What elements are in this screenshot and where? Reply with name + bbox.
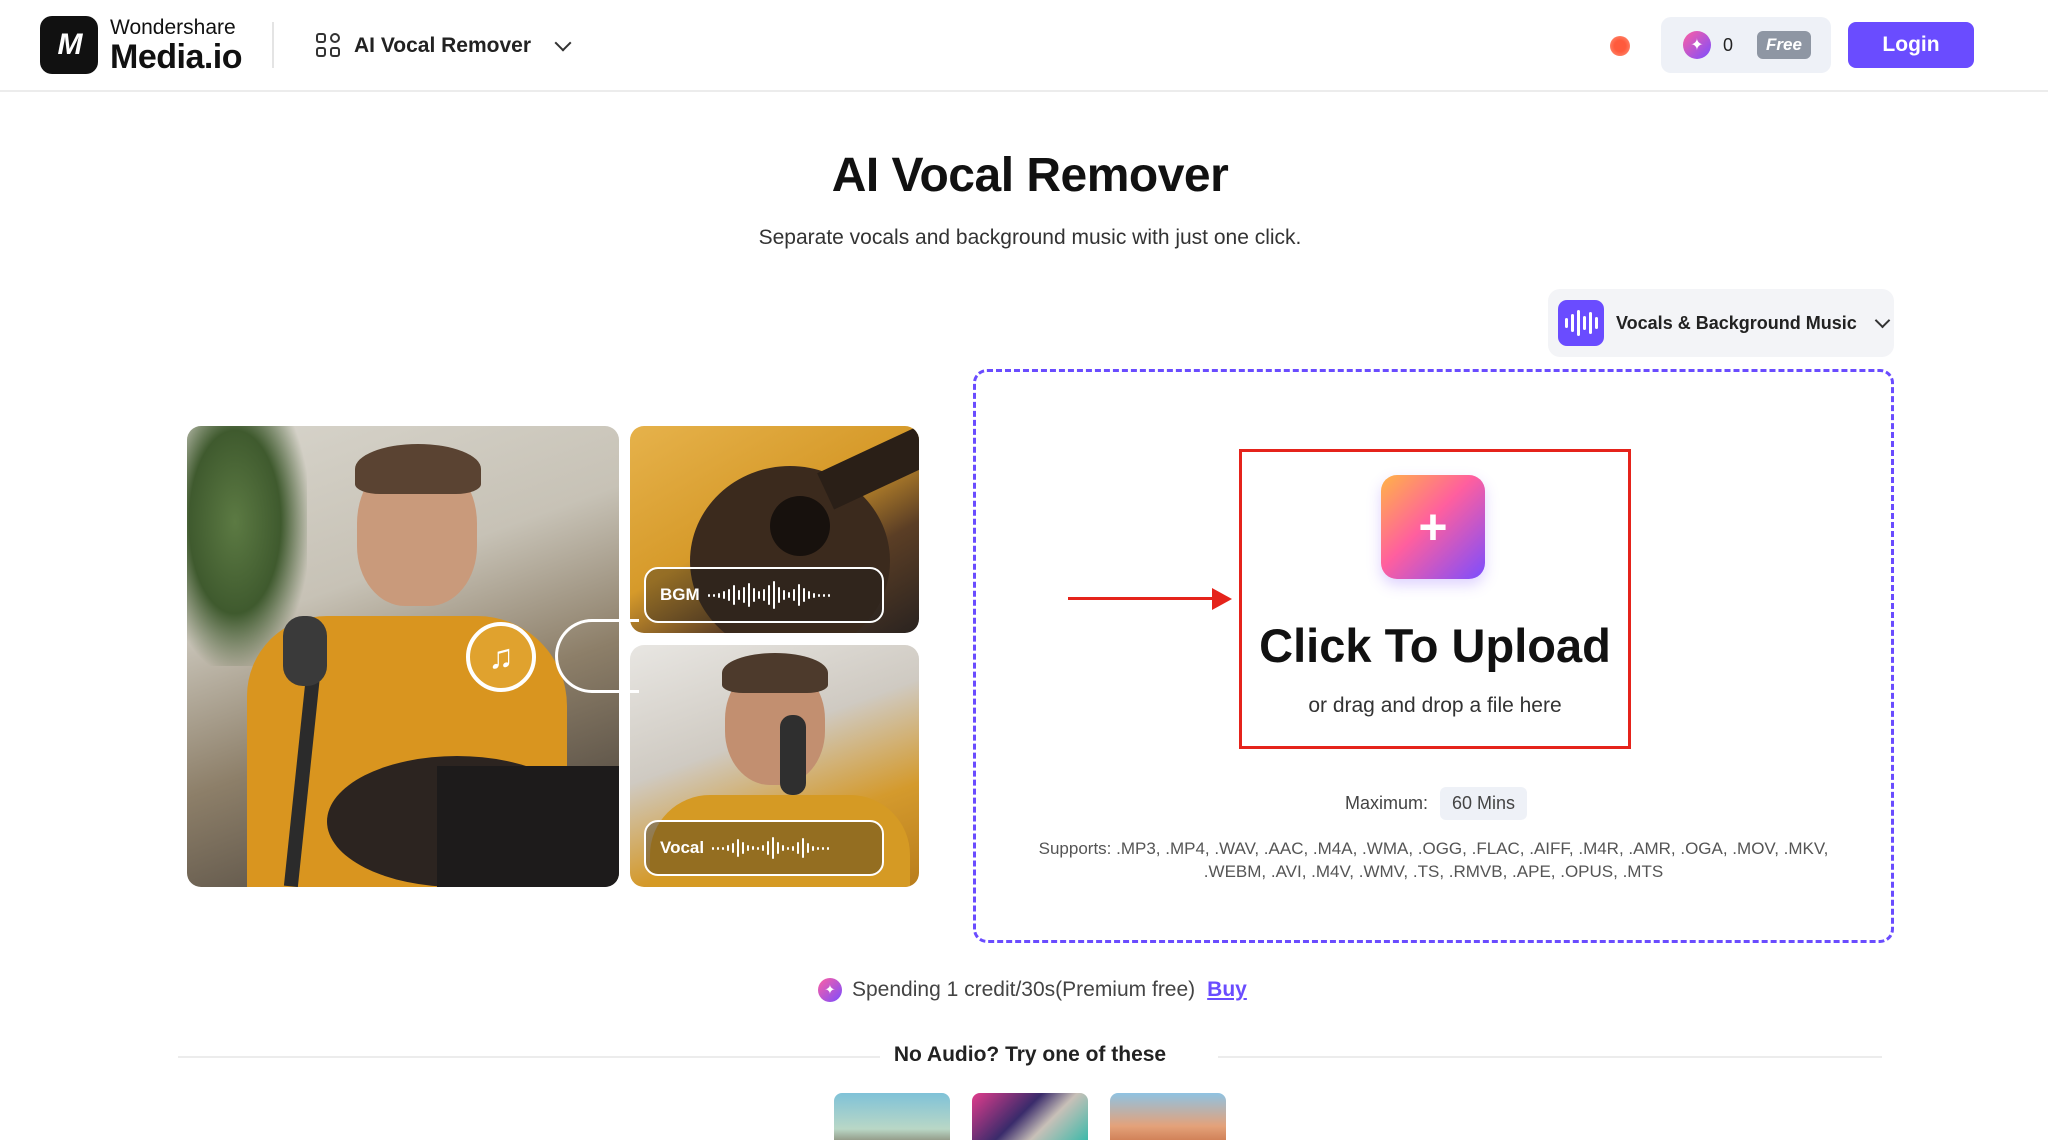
top-nav-bar: M Wondershare Media.io AI Vocal Remover … — [0, 0, 2048, 92]
sparkle-credit-icon: ✦ — [1683, 31, 1711, 59]
supported-formats-line-1: Supports: .MP3, .MP4, .WAV, .AAC, .M4A, … — [1038, 839, 1829, 858]
max-duration-label: Maximum: — [1345, 793, 1429, 813]
buy-credits-link[interactable]: Buy — [1207, 978, 1247, 1002]
supported-formats-line-2: .WEBM, .AVI, .M4V, .WMV, .TS, .RMVB, .AP… — [1203, 862, 1664, 881]
vocal-label: Vocal — [660, 838, 705, 857]
plus-icon[interactable]: + — [1381, 475, 1485, 579]
credit-cost-text: Spending 1 credit/30s(Premium free) — [852, 978, 1196, 1001]
vocal-separation-illustration: ♫ BGM Vocal — [187, 426, 919, 887]
credits-balance[interactable]: ✦ 0 Free — [1661, 17, 1831, 73]
split-connector — [555, 619, 639, 693]
sparkle-credit-icon: ✦ — [818, 978, 842, 1002]
upload-button-label[interactable]: Click To Upload — [1239, 618, 1631, 673]
plan-badge: Free — [1757, 31, 1811, 59]
notification-dot-icon[interactable] — [1610, 36, 1630, 56]
logo-brand: Wondershare — [110, 15, 236, 39]
logo-product: Media.io — [110, 37, 243, 76]
vocal-waveform-tag: Vocal — [644, 820, 884, 876]
vocal-waveform-icon — [712, 833, 830, 863]
chevron-down-icon — [1874, 312, 1891, 329]
tool-switcher-dropdown[interactable]: AI Vocal Remover — [316, 26, 572, 66]
credit-count: 0 — [1723, 34, 1734, 55]
credit-cost-row: ✦ Spending 1 credit/30s(Premium free) Bu… — [818, 978, 1247, 1002]
waveform-icon — [1558, 300, 1604, 346]
pointer-arrow-head-icon — [1212, 588, 1232, 610]
supported-formats: Supports: .MP3, .MP4, .WAV, .AAC, .M4A, … — [1030, 837, 1837, 883]
apps-grid-icon — [316, 33, 342, 59]
chevron-down-icon — [554, 34, 572, 52]
tool-switcher-label: AI Vocal Remover — [354, 34, 532, 57]
login-button[interactable]: Login — [1848, 22, 1974, 68]
page-title: AI Vocal Remover — [831, 149, 1229, 202]
samples-heading: No Audio? Try one of these — [893, 1043, 1167, 1066]
media-io-logo[interactable]: M Wondershare Media.io — [40, 15, 243, 76]
max-duration-row: Maximum: 60 Mins — [1345, 787, 1528, 820]
logo-mark-icon: M — [40, 16, 98, 74]
separation-mode-dropdown[interactable]: Vocals & Background Music — [1548, 289, 1894, 357]
header-divider — [272, 22, 274, 68]
sample-thumbnail[interactable] — [1110, 1093, 1226, 1140]
bgm-waveform-icon — [707, 580, 830, 610]
page-subtitle: Separate vocals and background music wit… — [758, 226, 1302, 249]
music-note-icon: ♫ — [466, 622, 536, 692]
bgm-waveform-tag: BGM — [644, 567, 884, 623]
drag-drop-hint: or drag and drop a file here — [1308, 694, 1562, 717]
sample-thumbnail[interactable] — [972, 1093, 1088, 1140]
separation-mode-label: Vocals & Background Music — [1616, 312, 1857, 333]
pointer-arrow-icon — [1068, 597, 1216, 600]
max-duration-value: 60 Mins — [1440, 787, 1528, 820]
sample-thumbnail[interactable] — [834, 1093, 950, 1140]
bgm-label: BGM — [660, 585, 700, 604]
